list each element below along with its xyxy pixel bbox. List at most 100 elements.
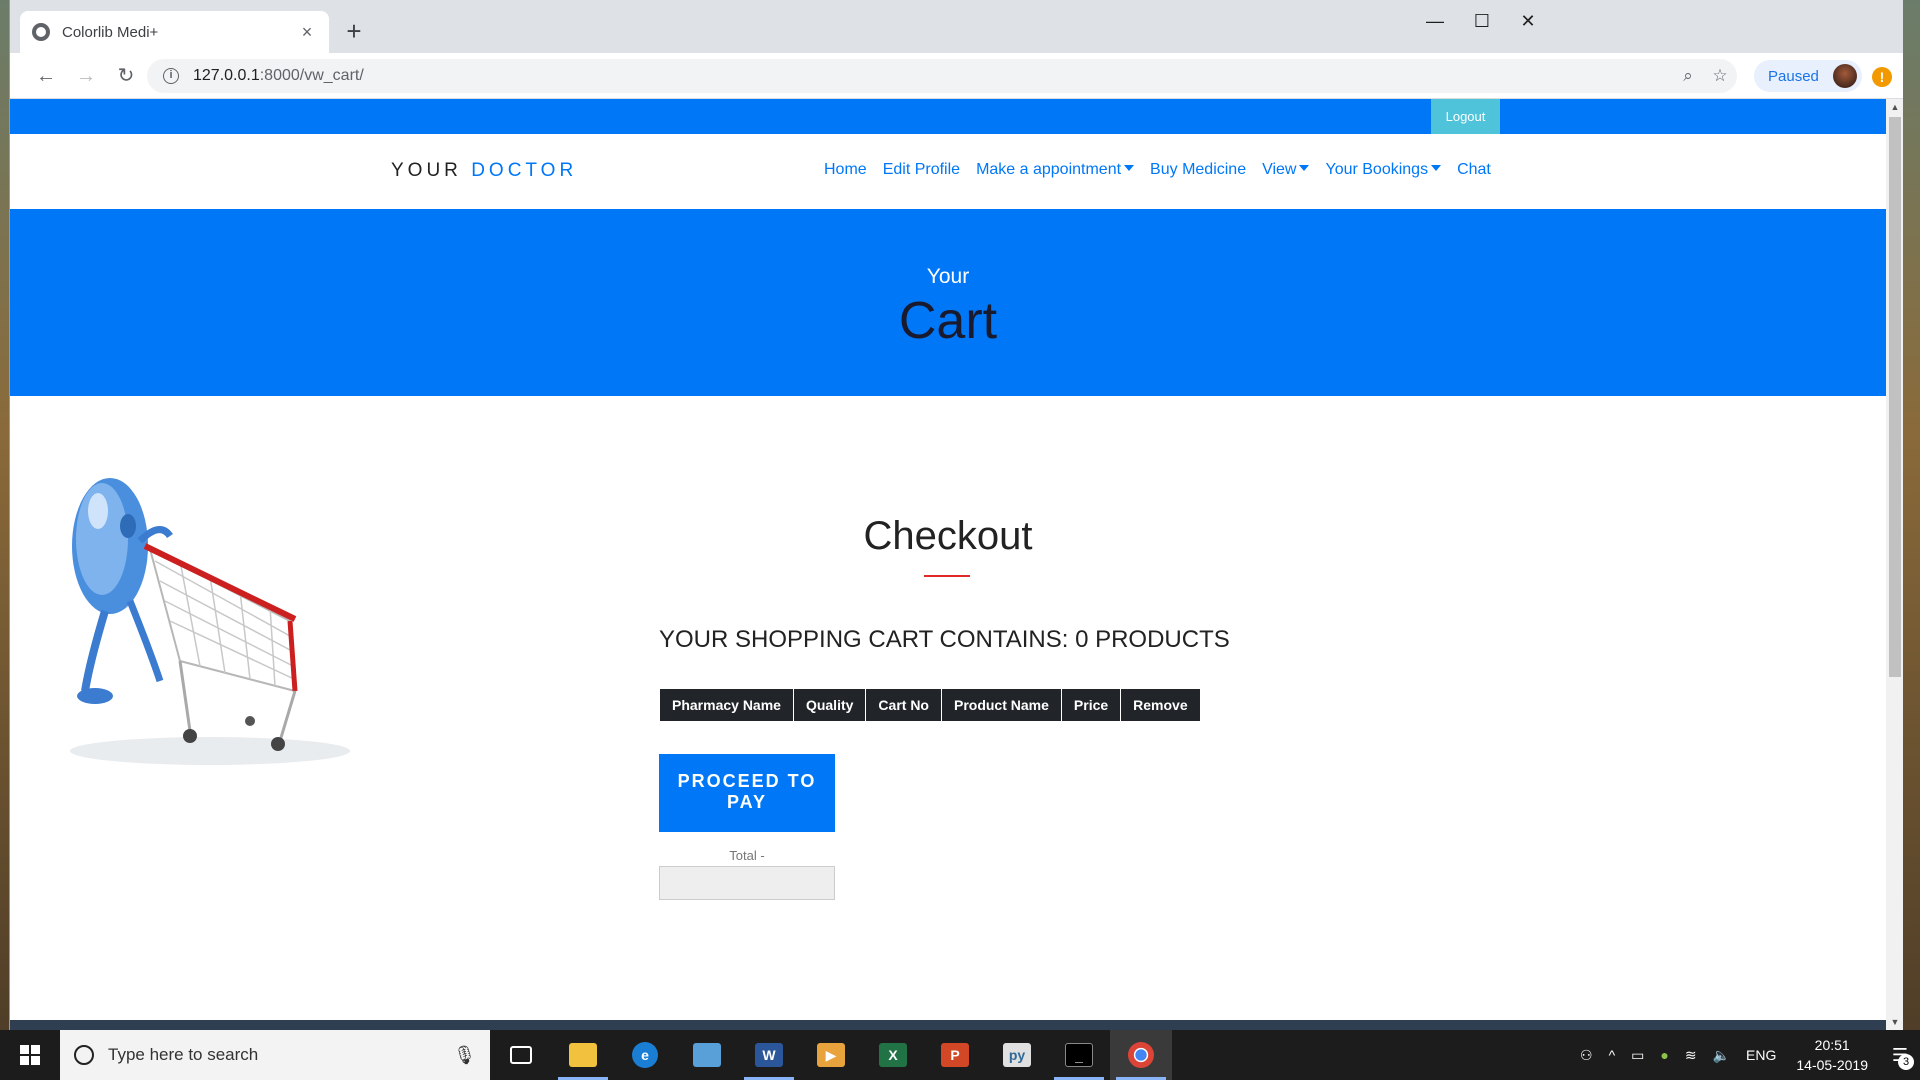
cart-summary: YOUR SHOPPING CART CONTAINS: 0 PRODUCTS (659, 626, 1230, 653)
nav-make-appointment[interactable]: Make a appointment (976, 161, 1135, 179)
windows-icon (20, 1045, 40, 1065)
reload-icon[interactable]: ↻ (111, 61, 141, 91)
page-scrollbar[interactable]: ▲ ▼ (1886, 99, 1903, 1030)
search-placeholder: Type here to search (108, 1045, 259, 1064)
total-label: Total - (729, 848, 765, 863)
nav-chat[interactable]: Chat (1457, 161, 1491, 179)
action-center-icon[interactable]: ☰ 3 (1880, 1030, 1920, 1080)
back-icon[interactable]: ← (31, 61, 61, 91)
nav-make-appointment-label: Make a appointment (976, 161, 1122, 178)
checkout-title: Checkout (863, 514, 1033, 558)
notification-count: 3 (1898, 1054, 1914, 1070)
cortana-icon (74, 1045, 94, 1065)
hero-subtitle: Your (926, 265, 970, 288)
page-hero: Your Cart (10, 209, 1886, 396)
column-header: Cart No (865, 688, 942, 722)
total-field[interactable] (659, 866, 835, 900)
column-header: Remove (1120, 688, 1201, 722)
microphone-icon[interactable]: 🎙 (453, 1045, 476, 1066)
clock-date: 14-05-2019 (1796, 1057, 1868, 1073)
table-header-row: Pharmacy Name Quality Cart No Product Name P… (659, 688, 1201, 722)
nav-home[interactable]: Home (824, 161, 867, 179)
word-icon[interactable]: W (738, 1030, 800, 1080)
edge-icon[interactable]: e (614, 1030, 676, 1080)
chevron-up-icon[interactable]: ^ (1609, 1047, 1616, 1063)
update-alert-icon[interactable]: ! (1872, 67, 1892, 87)
nav-your-bookings[interactable]: Your Bookings (1325, 161, 1442, 179)
clock[interactable]: 20:51 14-05-2019 (1796, 1035, 1868, 1075)
address-bar[interactable]: i 127.0.0.1:8000/vw_cart/ ⌕ ☆ (147, 59, 1737, 93)
excel-icon[interactable]: X (862, 1030, 924, 1080)
start-button[interactable] (0, 1030, 60, 1080)
people-icon[interactable]: ⚇ (1580, 1047, 1593, 1064)
top-bar: Logout (10, 99, 1886, 134)
scroll-down-icon[interactable]: ▼ (1886, 1014, 1903, 1030)
info-icon[interactable]: i (163, 68, 179, 84)
profile-button[interactable]: Paused (1754, 60, 1862, 92)
close-window-button[interactable]: ✕ (1500, 6, 1556, 36)
media-player-icon[interactable]: ▶ (800, 1030, 862, 1080)
proceed-label-line1: PROCEED TO (677, 771, 817, 791)
chrome-icon[interactable] (1110, 1030, 1172, 1080)
page-title: Cart (898, 292, 998, 350)
chevron-down-icon (1431, 165, 1442, 171)
browser-toolbar: ← → ↻ i 127.0.0.1:8000/vw_cart/ ⌕ ☆ Paus… (10, 53, 1903, 99)
tab-strip: Colorlib Medi+ × + — ☐ ✕ (10, 0, 1903, 53)
nav-buy-medicine[interactable]: Buy Medicine (1150, 161, 1246, 179)
profile-status: Paused (1768, 67, 1819, 85)
task-view-icon[interactable] (490, 1030, 552, 1080)
terminal-icon[interactable]: _ (1048, 1030, 1110, 1080)
browser-tab[interactable]: Colorlib Medi+ × (20, 11, 329, 53)
nav-view-label: View (1262, 161, 1297, 178)
nav-your-bookings-label: Your Bookings (1325, 161, 1429, 178)
column-header: Price (1060, 688, 1122, 722)
security-icon[interactable]: ● (1660, 1047, 1668, 1063)
brand-primary: YOUR (391, 160, 462, 181)
file-explorer-icon[interactable] (552, 1030, 614, 1080)
nav-links: Home Edit Profile Make a appointment Buy… (824, 161, 1507, 179)
powerpoint-icon[interactable]: P (924, 1030, 986, 1080)
proceed-label-line2: PAY (726, 792, 768, 812)
wifi-icon[interactable]: ≋ (1685, 1047, 1697, 1064)
avatar (1833, 64, 1857, 88)
nav-view[interactable]: View (1262, 161, 1310, 179)
clock-time: 20:51 (1814, 1037, 1850, 1053)
nav-edit-profile[interactable]: Edit Profile (883, 161, 960, 179)
forward-icon[interactable]: → (71, 61, 101, 91)
bookmark-star-icon[interactable]: ☆ (1705, 59, 1735, 93)
title-divider (924, 575, 970, 577)
proceed-to-pay-button[interactable]: PROCEED TO PAY (659, 754, 835, 832)
brand-accent: DOCTOR (471, 160, 578, 181)
taskbar-search[interactable]: Type here to search 🎙 (60, 1030, 490, 1080)
taskbar: Type here to search 🎙 e W ▶ X P py _ ⚇ ^… (0, 1030, 1920, 1080)
chevron-down-icon (1299, 165, 1310, 171)
logout-button[interactable]: Logout (1431, 99, 1500, 134)
battery-icon[interactable]: ▭ (1631, 1047, 1644, 1064)
checkout-section: Checkout YOUR SHOPPING CART CONTAINS: 0 … (10, 396, 1886, 1030)
column-header: Product Name (940, 688, 1062, 722)
chevron-down-icon (1124, 165, 1135, 171)
page-viewport: Logout YOUR DOCTOR Home Edit Profile Mak… (10, 99, 1886, 1030)
url-path: :8000/vw_cart/ (259, 67, 364, 84)
volume-icon[interactable]: 🔈 (1713, 1047, 1730, 1064)
python-icon[interactable]: py (986, 1030, 1048, 1080)
zoom-icon[interactable]: ⌕ (1673, 59, 1703, 93)
outlook-icon[interactable] (676, 1030, 738, 1080)
scroll-up-icon[interactable]: ▲ (1886, 99, 1903, 115)
browser-window: Colorlib Medi+ × + — ☐ ✕ ← → ↻ i 127.0.0… (9, 0, 1903, 1030)
scrollbar-thumb[interactable] (1889, 117, 1901, 677)
column-header: Quality (792, 688, 867, 722)
site-navbar: YOUR DOCTOR Home Edit Profile Make a app… (10, 134, 1886, 209)
url-host: 127.0.0.1 (193, 67, 260, 84)
brand-logo[interactable]: YOUR DOCTOR (391, 160, 577, 182)
language-indicator[interactable]: ENG (1746, 1047, 1776, 1063)
shopping-cart-mouse-illustration (70, 478, 350, 765)
tab-title: Colorlib Medi+ (62, 23, 159, 41)
new-tab-button[interactable]: + (339, 17, 369, 47)
page-footer (10, 1020, 1886, 1030)
tab-close-icon[interactable]: × (297, 22, 317, 43)
globe-icon (32, 23, 50, 41)
system-tray: ⚇ ^ ▭ ● ≋ 🔈 ENG 20:51 14-05-2019 ☰ 3 (1572, 1030, 1920, 1080)
cart-table: Pharmacy Name Quality Cart No Product Name P… (659, 688, 1201, 722)
column-header: Pharmacy Name (659, 688, 794, 722)
